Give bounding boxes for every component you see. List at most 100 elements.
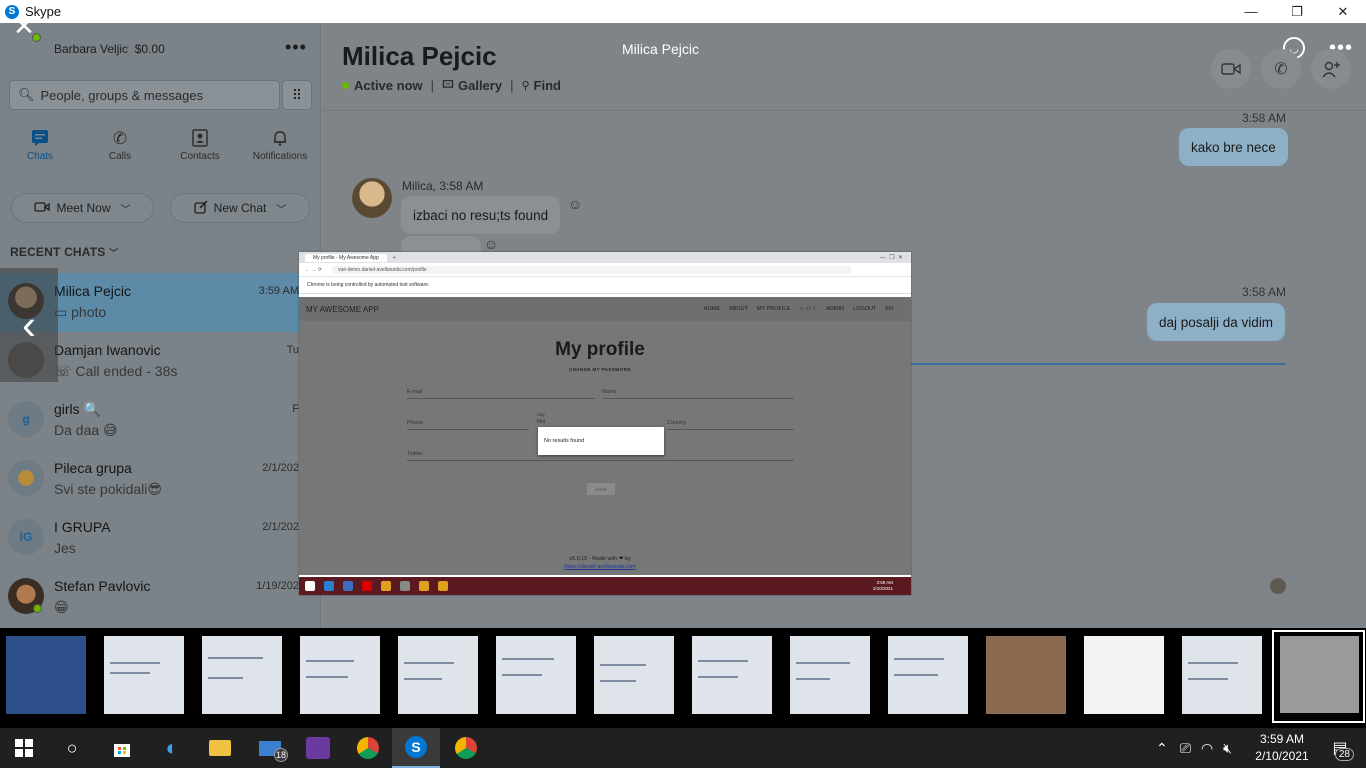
message-meta: Milica, 3:58 AM xyxy=(402,179,484,193)
chat-row-igrupa[interactable]: IG I GRUPA Jes 2/1/202 xyxy=(0,509,321,568)
chrome-icon xyxy=(419,581,429,591)
chrome-icon xyxy=(438,581,448,591)
windows-icon xyxy=(305,581,315,591)
wifi-icon[interactable]: ◠ xyxy=(1201,740,1213,757)
tab-calls[interactable]: ✆ Calls xyxy=(80,129,160,174)
edge-icon[interactable]: ◐ xyxy=(148,728,196,768)
thumbnail[interactable] xyxy=(392,632,482,722)
minimize-button[interactable]: — xyxy=(1228,0,1274,23)
new-chat-button[interactable]: New Chat ﹀ xyxy=(170,193,310,223)
smiley-icon[interactable]: ☺ xyxy=(484,236,498,252)
dialpad-icon[interactable]: ⠿ xyxy=(282,80,312,110)
taskbar-time: 3:59 AM xyxy=(1259,732,1305,746)
phone-icon: ✆ xyxy=(112,129,128,148)
message-bubble-outgoing[interactable]: kako bre nece xyxy=(1179,128,1288,166)
message-bubble-incoming[interactable]: izbaci no resu;ts found xyxy=(401,196,561,234)
message-time: 3:58 AM xyxy=(1242,285,1287,299)
skype-taskbar-icon[interactable]: S xyxy=(392,728,440,768)
game-app-icon[interactable] xyxy=(294,728,342,768)
video-call-button[interactable] xyxy=(1211,49,1251,89)
tab-contacts[interactable]: Contacts xyxy=(160,129,240,174)
volume-muted-icon[interactable]: 🔇︎ xyxy=(1223,740,1232,757)
meet-now-button[interactable]: Meet Now ﹀ xyxy=(11,193,154,223)
chevron-down-icon: ﹀ xyxy=(120,204,131,216)
thumbnail[interactable] xyxy=(490,632,580,722)
thumbnail[interactable] xyxy=(294,632,384,722)
smiley-icon[interactable]: ☺ xyxy=(568,196,582,212)
mail-icon[interactable]: 18 xyxy=(246,728,294,768)
chat-preview: 😁 xyxy=(54,599,69,615)
thumbnail[interactable] xyxy=(686,632,776,722)
url-text: vue-demo.daniel-avellaneda.com/profile xyxy=(331,265,852,274)
web-page: MY AWESOME APP HOME ABOUT MY PROFILE ☼ ▭… xyxy=(299,297,911,575)
thumbnail[interactable] xyxy=(196,632,286,722)
thumbnail[interactable] xyxy=(588,632,678,722)
add-people-button[interactable] xyxy=(1311,49,1351,89)
thumbnail[interactable] xyxy=(1176,632,1266,722)
find-link[interactable]: Find xyxy=(534,78,561,93)
system-tray: ⌃ ⎚ ◠ 🔇︎ xyxy=(1156,728,1232,768)
message-bubble-outgoing[interactable]: daj posalji da vidim xyxy=(1147,303,1286,341)
store-icon[interactable] xyxy=(98,728,146,768)
chrome-icon xyxy=(381,581,391,591)
thumbnail-selected[interactable] xyxy=(1272,630,1365,723)
browser-tabbar: My profile - My Awesome App + — ❐ ✕ xyxy=(299,252,911,263)
thumbnail[interactable] xyxy=(0,632,90,722)
chat-row-stefan[interactable]: Stefan Pavlovic 😁 1/19/202 xyxy=(0,568,321,627)
maximize-button[interactable]: ❐ xyxy=(1274,0,1320,23)
chevron-down-icon: ﹀ xyxy=(276,204,287,216)
tablet-icon[interactable]: ⎚ xyxy=(1180,740,1191,757)
web-save-button: SAVE xyxy=(587,483,615,495)
gallery-link[interactable]: Gallery xyxy=(458,78,502,93)
chat-time: 3:59 AM xyxy=(258,285,299,297)
web-nav-logout: LOGOUT xyxy=(853,306,877,312)
chat-preview-text: Call ended - 38s xyxy=(75,363,178,379)
chrome-profile-icon[interactable] xyxy=(344,728,392,768)
notification-center-button[interactable]: ▤ 28 xyxy=(1320,728,1360,768)
web-footer: v5.0.15 - Made with ❤ by https://daniel-… xyxy=(299,555,901,571)
window-controls: — ❐ ✕ xyxy=(1228,0,1366,23)
chevron-up-icon[interactable]: ⌃ xyxy=(1156,740,1168,757)
thumbnail[interactable] xyxy=(980,632,1070,722)
tab-notifications[interactable]: Notifications xyxy=(240,129,320,174)
web-nav: HOME ABOUT MY PROFILE ☼ ▭ ☾ ADMIN LOGOUT… xyxy=(694,297,893,321)
file-explorer-icon[interactable] xyxy=(196,728,244,768)
thumbnail[interactable] xyxy=(1078,632,1168,722)
chat-preview: ▭ photo xyxy=(54,304,106,321)
audio-call-button[interactable]: ✆ xyxy=(1261,49,1301,89)
nav-tabs: Chats ✆ Calls Contacts Notifications xyxy=(0,129,321,174)
chat-preview: Jes xyxy=(54,540,76,556)
chevron-down-icon: ﹀ xyxy=(109,248,119,258)
tab-chats[interactable]: Chats xyxy=(0,129,80,174)
taskbar-clock[interactable]: 3:59 AM 2/10/2021 xyxy=(1250,731,1314,765)
close-window-button[interactable]: ✕ xyxy=(1320,0,1366,23)
start-button[interactable] xyxy=(0,728,48,768)
chat-time: 1/19/202 xyxy=(256,580,299,592)
conversation-title[interactable]: Milica Pejcic xyxy=(342,41,497,72)
previous-image-button[interactable]: ‹ xyxy=(0,268,58,382)
search-input[interactable]: 🔍︎ People, groups & messages xyxy=(9,80,280,110)
thumbnail[interactable] xyxy=(98,632,188,722)
recent-chats-header[interactable]: RECENT CHATS ﹀ xyxy=(10,245,118,259)
chrome-icon[interactable] xyxy=(442,728,490,768)
separator: | xyxy=(430,78,435,93)
chat-row-pileca[interactable]: Pileca grupa Svi ste pokidali😎 2/1/202 xyxy=(0,450,321,509)
thumbnail[interactable] xyxy=(784,632,874,722)
chat-row-girls[interactable]: g girls 🔍 Da daa 😅 F xyxy=(0,391,321,450)
profile-name-balance[interactable]: Barbara Veljic $0.00 xyxy=(54,42,165,56)
search-icon: 🔍︎ xyxy=(18,87,35,102)
tab-contacts-label: Contacts xyxy=(180,151,220,162)
thumbnail[interactable] xyxy=(882,632,972,722)
notification-count: 28 xyxy=(1334,748,1354,761)
tab-chats-label: Chats xyxy=(26,151,54,162)
add-person-icon xyxy=(1322,61,1340,78)
chat-time: 2/1/202 xyxy=(262,462,299,474)
search-circle-icon[interactable]: ○ xyxy=(48,728,96,768)
search-icon: ⚲ xyxy=(521,80,530,92)
chat-preview-text: photo xyxy=(71,304,107,320)
screenshot-date: 2/10/2021 xyxy=(872,586,893,591)
more-options-icon[interactable]: ••• xyxy=(285,37,307,58)
chat-preview: Da daa 😅 xyxy=(54,422,118,438)
windows-taskbar: ○ ◐ 18 S ⌃ ⎚ ◠ 🔇︎ 3:59 AM 2/10/2021 ▤ 28 xyxy=(0,728,1366,768)
presence-online-icon xyxy=(342,82,349,89)
